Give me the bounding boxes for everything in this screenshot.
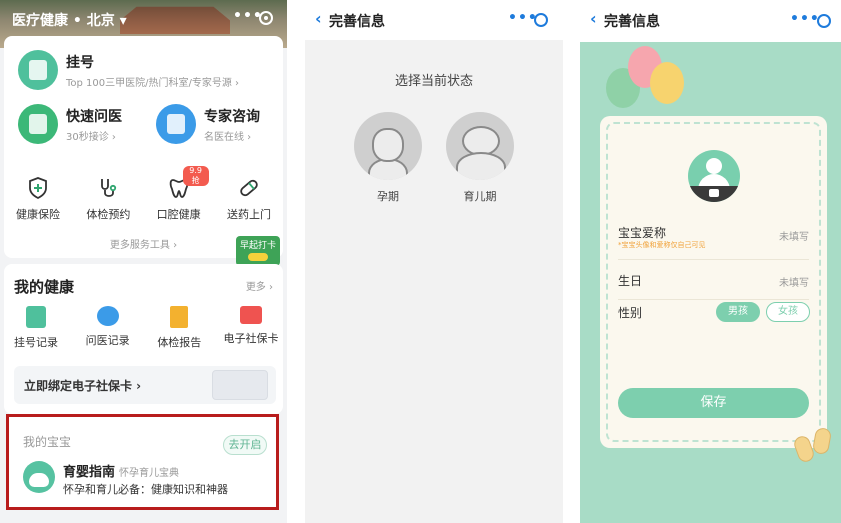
gender-label: 性别 bbox=[618, 306, 643, 320]
nickname-label: 宝宝爱称 bbox=[618, 226, 667, 240]
services-card: 挂号 Top 100三甲医院/热门科室/专家号源 › 快速问医 30秒接诊 › … bbox=[4, 36, 283, 258]
service-title: 快速问医 bbox=[66, 108, 122, 125]
record-label: 体检报告 bbox=[157, 336, 202, 349]
baby-profile-screen: ‹ 完善信息 ••• 宝宝爱称 未填写 *宝宝头像和爱称仅自己可见 生日 未填写… bbox=[580, 0, 841, 523]
tool-badge: 9.9抢 bbox=[182, 166, 209, 186]
guide-title: 育婴指南 bbox=[63, 465, 116, 480]
stage-label: 育儿期 bbox=[463, 190, 497, 203]
balloon-yellow bbox=[650, 62, 684, 104]
bind-card-text: 立即绑定电子社保卡 › bbox=[24, 379, 142, 393]
stage-parenting[interactable]: 育儿期 bbox=[445, 112, 515, 204]
social-card-icon bbox=[239, 306, 262, 324]
section-title: 我的宝宝 bbox=[23, 435, 72, 449]
pregnancy-illustration-icon bbox=[354, 112, 422, 180]
morning-checkin-promo[interactable]: 早起打卡 bbox=[236, 236, 280, 266]
status-question: 选择当前状态 bbox=[394, 74, 473, 89]
tools-grid: 健康保险 体检预约 9.9抢 口腔健康 送药上门 bbox=[8, 166, 279, 222]
top-bar: 医疗健康 • 北京 ▾ ••• bbox=[0, 8, 287, 34]
section-title: 我的健康 bbox=[14, 278, 75, 296]
tool-label: 送药上门 bbox=[226, 208, 271, 221]
consult-records[interactable]: 问医记录 bbox=[78, 306, 138, 350]
report-icon bbox=[170, 306, 189, 328]
my-health-card: 我的健康 更多 › 挂号记录 问医记录 体检报告 电子社保卡 立即绑定电子社保卡… bbox=[4, 264, 283, 414]
gender-girl-option[interactable]: 女孩 bbox=[766, 302, 810, 322]
save-button[interactable]: 保存 bbox=[618, 388, 809, 418]
tool-checkup[interactable]: 体检预约 bbox=[78, 176, 138, 222]
service-register[interactable]: 挂号 Top 100三甲医院/热门科室/专家号源 › bbox=[18, 50, 239, 90]
close-icon[interactable] bbox=[259, 11, 273, 25]
nickname-value: 未填写 bbox=[779, 232, 809, 243]
shield-plus-icon bbox=[26, 176, 50, 200]
card-illustration bbox=[212, 370, 268, 400]
page-title: 完善信息 bbox=[329, 14, 385, 30]
tool-label: 体检预约 bbox=[86, 208, 131, 221]
tool-insurance[interactable]: 健康保险 bbox=[8, 176, 68, 222]
health-home-screen: 医疗健康 • 北京 ▾ ••• 挂号 Top 100三甲医院/热门科室/专家号源… bbox=[0, 0, 287, 523]
bind-social-card-banner[interactable]: 立即绑定电子社保卡 › bbox=[14, 366, 276, 404]
nickname-hint: *宝宝头像和爱称仅自己可见 bbox=[618, 241, 706, 249]
service-title: 挂号 bbox=[66, 54, 94, 71]
panel-gap bbox=[287, 0, 305, 523]
service-expert-consult[interactable]: 专家咨询 名医在线 › bbox=[156, 104, 260, 144]
stethoscope-icon bbox=[96, 176, 120, 200]
service-subtitle: Top 100三甲医院/热门科室/专家号源 › bbox=[66, 77, 240, 89]
register-icon bbox=[18, 50, 58, 90]
open-baby-button[interactable]: 去开启 bbox=[223, 435, 267, 455]
tool-medicine-delivery[interactable]: 送药上门 bbox=[219, 176, 279, 222]
stage-pregnancy[interactable]: 孕期 bbox=[353, 112, 423, 204]
page-title: 完善信息 bbox=[604, 14, 660, 30]
guide-description: 怀孕和育儿必备：健康知识和神器 bbox=[63, 483, 228, 496]
health-records-grid: 挂号记录 问医记录 体检报告 电子社保卡 bbox=[6, 306, 281, 350]
birthday-row[interactable]: 生日 未填写 bbox=[618, 260, 809, 300]
birthday-label: 生日 bbox=[618, 274, 643, 288]
nav-bar: ‹ 完善信息 ••• bbox=[580, 0, 841, 42]
chat-record-icon bbox=[96, 306, 119, 326]
nav-bar: ‹ 完善信息 ••• bbox=[305, 0, 563, 40]
checkup-reports[interactable]: 体检报告 bbox=[149, 306, 209, 350]
promo-label: 早起打卡 bbox=[239, 241, 276, 251]
register-records[interactable]: 挂号记录 bbox=[6, 306, 66, 350]
guide-tag: 怀孕育儿宝典 bbox=[119, 468, 180, 479]
back-icon[interactable]: ‹ bbox=[590, 9, 597, 28]
more-icon[interactable]: ••• bbox=[790, 11, 820, 27]
status-select-screen: ‹ 完善信息 ••• 选择当前状态 孕期 育儿期 bbox=[305, 0, 563, 523]
profile-form: 宝宝爱称 未填写 *宝宝头像和爱称仅自己可见 生日 未填写 性别 男孩 女孩 保… bbox=[600, 116, 827, 448]
more-link[interactable]: 更多 › bbox=[246, 278, 273, 293]
pill-icon bbox=[237, 176, 261, 200]
baby-avatar-upload[interactable] bbox=[688, 150, 740, 202]
baby-avatar-icon bbox=[23, 461, 55, 493]
service-subtitle: 30秒接诊 › bbox=[66, 131, 116, 143]
register-record-icon bbox=[26, 306, 46, 328]
record-label: 问医记录 bbox=[85, 334, 130, 347]
quick-consult-icon bbox=[18, 104, 58, 144]
record-label: 挂号记录 bbox=[14, 336, 58, 349]
close-icon[interactable] bbox=[817, 14, 831, 28]
my-baby-card: 我的宝宝 去开启 育婴指南 怀孕育儿宝典 怀孕和育儿必备：健康知识和神器 bbox=[6, 414, 279, 510]
service-subtitle: 名医在线 › bbox=[204, 131, 252, 143]
back-icon[interactable]: ‹ bbox=[315, 9, 322, 28]
service-quick-consult[interactable]: 快速问医 30秒接诊 › bbox=[18, 104, 122, 144]
panel-gap bbox=[563, 0, 580, 523]
baby-shoes-decoration bbox=[792, 426, 834, 466]
guide-title-line[interactable]: 育婴指南 怀孕育儿宝典 bbox=[63, 461, 179, 480]
service-title: 专家咨询 bbox=[204, 108, 260, 125]
stage-label: 孕期 bbox=[377, 190, 399, 203]
tool-label: 口腔健康 bbox=[156, 208, 201, 221]
social-security-card[interactable]: 电子社保卡 bbox=[221, 306, 281, 350]
promo-badge bbox=[248, 253, 268, 261]
city-selector[interactable]: 医疗健康 • 北京 ▾ bbox=[12, 10, 127, 30]
camera-icon bbox=[709, 189, 719, 197]
nickname-row[interactable]: 宝宝爱称 未填写 *宝宝头像和爱称仅自己可见 bbox=[618, 220, 809, 260]
gender-boy-option[interactable]: 男孩 bbox=[716, 302, 760, 322]
tool-dental[interactable]: 9.9抢 口腔健康 bbox=[149, 166, 209, 222]
record-label: 电子社保卡 bbox=[223, 332, 279, 345]
close-icon[interactable] bbox=[534, 13, 548, 27]
birthday-value: 未填写 bbox=[779, 278, 809, 289]
tool-label: 健康保险 bbox=[16, 208, 60, 221]
doctor-icon bbox=[156, 104, 196, 144]
baby-illustration-icon bbox=[446, 112, 514, 180]
